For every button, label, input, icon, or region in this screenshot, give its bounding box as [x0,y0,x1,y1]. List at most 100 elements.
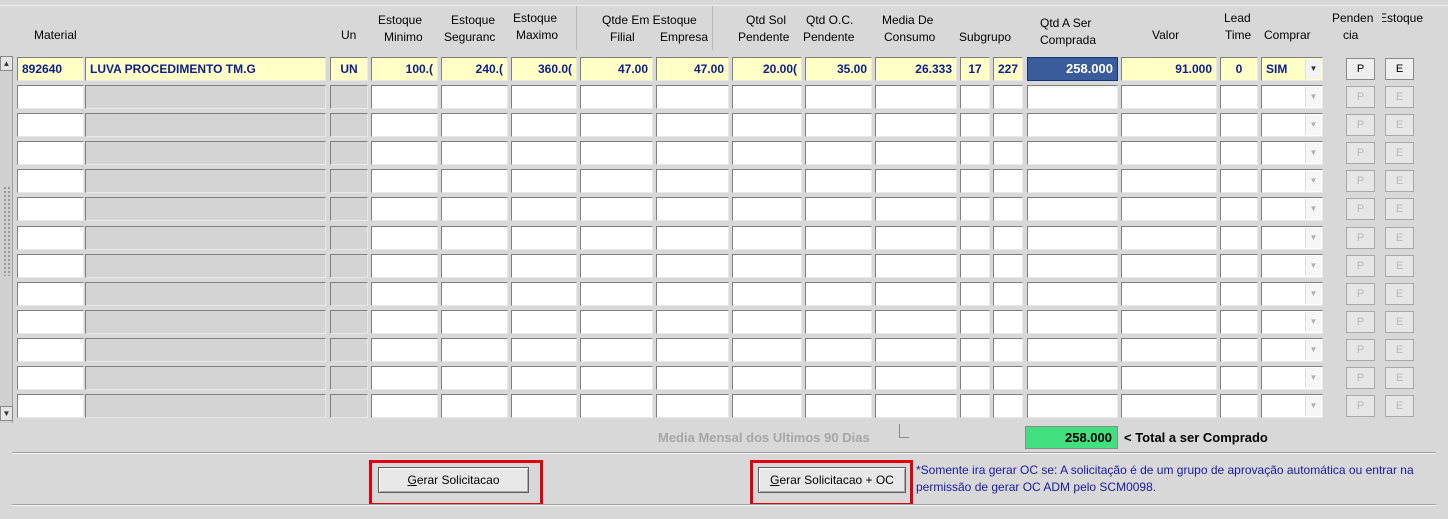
pendencia-button[interactable]: P [1346,282,1375,305]
cell-estoque-maximo[interactable] [511,281,577,306]
cell-valor[interactable] [1121,169,1217,194]
cell-estoque-seguranca[interactable] [441,113,508,138]
cell-empresa[interactable] [656,309,729,334]
cell-estoque-seguranca[interactable] [441,366,508,390]
cell-qtd-a-ser-comprada[interactable] [1027,309,1118,334]
comprar-select[interactable]: ▼ [1261,394,1323,419]
cell-filial[interactable] [580,394,653,419]
cell-subgrupo-2[interactable] [993,366,1023,390]
cell-descricao[interactable] [85,281,326,306]
cell-empresa[interactable] [656,281,729,306]
cell-qtd-a-ser-comprada[interactable] [1027,197,1118,222]
cell-subgrupo-1[interactable] [960,169,990,194]
cell-valor[interactable] [1121,281,1217,306]
cell-descricao[interactable]: LUVA PROCEDIMENTO TM.G [85,57,326,81]
cell-codigo[interactable] [17,309,84,334]
cell-subgrupo-2[interactable] [993,281,1023,306]
cell-descricao[interactable] [85,366,326,390]
cell-qtd-a-ser-comprada[interactable] [1027,169,1118,194]
cell-media-consumo[interactable] [875,113,957,138]
table-row[interactable]: ▼ P E [0,366,1448,391]
cell-qtd-oc-pendente[interactable] [805,141,872,166]
cell-subgrupo-1[interactable] [960,197,990,222]
chevron-down-icon[interactable]: ▼ [1305,171,1321,192]
estoque-button[interactable]: E [1385,395,1414,418]
cell-media-consumo[interactable] [875,225,957,250]
cell-estoque-minimo[interactable] [371,113,438,138]
estoque-button[interactable]: E [1385,142,1414,165]
pendencia-button[interactable]: P [1346,310,1375,333]
cell-un[interactable] [330,309,368,334]
comprar-select[interactable]: SIM ▼ [1261,57,1323,81]
comprar-select[interactable]: ▼ [1261,169,1323,194]
cell-subgrupo-1[interactable] [960,366,990,390]
cell-estoque-maximo[interactable]: 360.0( [511,57,577,81]
cell-qtd-a-ser-comprada[interactable] [1027,141,1118,166]
cell-qtd-sol-pendente[interactable] [732,337,802,362]
cell-lead-time[interactable] [1220,366,1258,390]
cell-empresa[interactable] [656,141,729,166]
cell-un[interactable] [330,85,368,109]
table-row[interactable]: ▼ P E [0,253,1448,279]
cell-un[interactable] [330,141,368,166]
estoque-button[interactable]: E [1385,254,1414,277]
chevron-down-icon[interactable]: ▼ [1305,255,1321,276]
cell-codigo[interactable] [17,85,84,109]
comprar-select[interactable]: ▼ [1261,141,1323,166]
cell-estoque-seguranca[interactable] [441,281,508,306]
cell-qtd-sol-pendente[interactable] [732,225,802,250]
chevron-down-icon[interactable]: ▼ [1305,143,1321,164]
cell-valor[interactable] [1121,253,1217,278]
cell-subgrupo-2[interactable]: 227 [993,57,1023,81]
cell-media-consumo[interactable] [875,281,957,306]
cell-lead-time[interactable] [1220,141,1258,166]
cell-un[interactable] [330,281,368,306]
cell-empresa[interactable] [656,85,729,109]
cell-codigo[interactable] [17,169,84,194]
table-row[interactable]: ▼ P E [0,169,1448,194]
cell-qtd-a-ser-comprada[interactable] [1027,85,1118,109]
table-row[interactable]: ▼ P E [0,337,1448,363]
cell-estoque-seguranca[interactable] [441,225,508,250]
cell-filial[interactable] [580,141,653,166]
cell-estoque-maximo[interactable] [511,197,577,222]
cell-filial[interactable] [580,366,653,390]
cell-estoque-maximo[interactable] [511,366,577,390]
cell-codigo[interactable] [17,394,84,419]
cell-valor[interactable] [1121,113,1217,138]
cell-empresa[interactable]: 47.00 [656,57,729,81]
cell-estoque-seguranca[interactable] [441,85,508,109]
cell-un[interactable] [330,337,368,362]
cell-valor[interactable] [1121,85,1217,109]
cell-valor[interactable] [1121,394,1217,419]
cell-subgrupo-1[interactable] [960,113,990,138]
pendencia-button[interactable]: P [1346,226,1375,249]
cell-codigo[interactable] [17,197,84,222]
cell-qtd-oc-pendente[interactable] [805,309,872,334]
cell-media-consumo[interactable] [875,85,957,109]
cell-subgrupo-1[interactable]: 17 [960,57,990,81]
cell-valor[interactable] [1121,366,1217,390]
cell-estoque-maximo[interactable] [511,309,577,334]
chevron-down-icon[interactable]: ▼ [1305,115,1321,136]
gerar-solicitacao-oc-button[interactable]: Gerar Solicitacao + OC [758,467,906,493]
estoque-button[interactable]: E [1385,114,1414,137]
cell-codigo[interactable] [17,113,84,138]
comprar-select[interactable]: ▼ [1261,281,1323,306]
estoque-button[interactable]: E [1385,58,1414,80]
cell-media-consumo[interactable] [875,253,957,278]
cell-filial[interactable] [580,197,653,222]
cell-qtd-oc-pendente[interactable] [805,113,872,138]
cell-estoque-minimo[interactable] [371,366,438,390]
cell-subgrupo-2[interactable] [993,141,1023,166]
cell-qtd-sol-pendente[interactable] [732,253,802,278]
cell-lead-time[interactable] [1220,169,1258,194]
pendencia-button[interactable]: P [1346,86,1375,108]
cell-subgrupo-1[interactable] [960,225,990,250]
cell-qtd-sol-pendente[interactable] [732,197,802,222]
estoque-button[interactable]: E [1385,367,1414,389]
cell-qtd-sol-pendente[interactable] [732,366,802,390]
cell-estoque-seguranca[interactable] [441,253,508,278]
chevron-down-icon[interactable]: ▼ [1305,283,1321,304]
cell-qtd-oc-pendente[interactable] [805,366,872,390]
